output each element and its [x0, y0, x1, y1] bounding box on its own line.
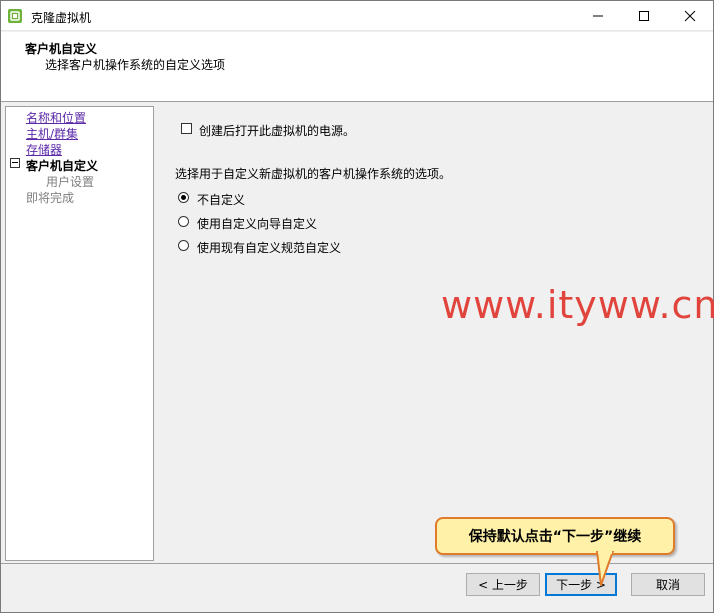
- back-button[interactable]: < 上一步: [466, 573, 540, 596]
- collapse-icon[interactable]: [10, 158, 20, 168]
- radio-spec-customize[interactable]: [178, 240, 189, 251]
- maximize-button[interactable]: [621, 1, 667, 31]
- clone-vm-window: 克隆虚拟机 客户机自定义 选择客户机操作系统的自定义选项 名称和位置 主机/群集…: [0, 0, 714, 613]
- nav-item-storage[interactable]: 存储器: [26, 141, 62, 158]
- close-button[interactable]: [667, 1, 713, 31]
- cancel-button[interactable]: 取消: [631, 573, 705, 596]
- nav-item-guest-customization: 客户机自定义: [26, 159, 99, 173]
- window-title: 克隆虚拟机: [31, 11, 92, 25]
- radio-no-customize-label[interactable]: 不自定义: [197, 191, 245, 208]
- maximize-icon: [639, 11, 649, 21]
- title-bar[interactable]: 克隆虚拟机: [1, 1, 713, 31]
- nav-item-host-cluster[interactable]: 主机/群集: [26, 125, 78, 142]
- vsphere-app-icon: [8, 9, 22, 23]
- radio-wizard-customize[interactable]: [178, 216, 189, 227]
- nav-item-user-settings: 用户设置: [46, 175, 95, 189]
- radio-no-customize[interactable]: [178, 192, 189, 203]
- power-on-checkbox[interactable]: [181, 123, 192, 134]
- page-subtitle: 选择客户机操作系统的自定义选项: [45, 58, 226, 72]
- callout-arrow-icon: [596, 551, 614, 586]
- close-icon: [684, 10, 696, 22]
- page-title: 客户机自定义: [25, 42, 98, 56]
- radio-spec-customize-label[interactable]: 使用现有自定义规范自定义: [197, 239, 341, 256]
- nav-item-name-location[interactable]: 名称和位置: [26, 109, 86, 126]
- watermark-text: www.ityww.cn: [441, 283, 714, 327]
- minimize-button[interactable]: [575, 1, 621, 31]
- customization-prompt: 选择用于自定义新虚拟机的客户机操作系统的选项。: [175, 167, 452, 181]
- power-on-label[interactable]: 创建后打开此虚拟机的电源。: [199, 122, 355, 139]
- radio-wizard-customize-label[interactable]: 使用自定义向导自定义: [197, 215, 317, 232]
- minimize-icon: [593, 15, 603, 17]
- wizard-header: 客户机自定义 选择客户机操作系统的自定义选项: [1, 32, 713, 102]
- callout-annotation: 保持默认点击“下一步”继续: [435, 517, 675, 555]
- wizard-steps-nav: 名称和位置 主机/群集 存储器 客户机自定义 用户设置 即将完成: [5, 106, 154, 561]
- nav-item-ready-to-complete: 即将完成: [26, 191, 75, 205]
- main-content: 创建后打开此虚拟机的电源。 选择用于自定义新虚拟机的客户机操作系统的选项。 不自…: [155, 103, 714, 563]
